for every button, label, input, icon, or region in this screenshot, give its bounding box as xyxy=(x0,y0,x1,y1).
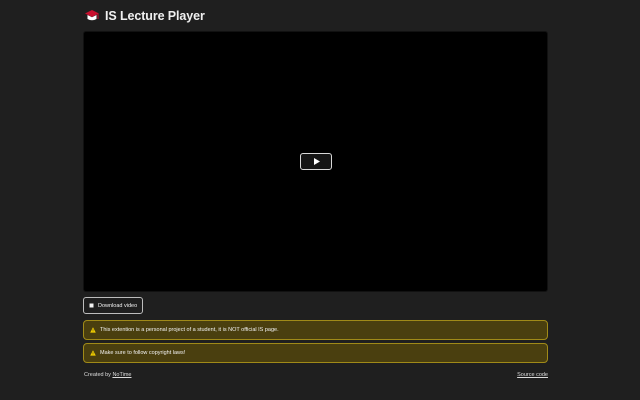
created-by-prefix: Created by xyxy=(84,372,113,378)
page: IS Lecture Player Download video This ex… xyxy=(0,0,640,400)
source-code-link[interactable]: Source code xyxy=(517,372,548,378)
alert-text: Make sure to follow copyright laws! xyxy=(100,350,186,356)
warning-icon xyxy=(90,327,96,333)
footer-credits: Created by NoTime xyxy=(84,372,132,378)
app-title: IS Lecture Player xyxy=(105,9,205,23)
alert-copyright: Make sure to follow copyright laws! xyxy=(83,343,548,363)
graduation-cap-icon xyxy=(85,10,99,21)
play-icon xyxy=(313,158,320,165)
video-player[interactable] xyxy=(83,31,548,292)
footer-source: Source code xyxy=(517,372,548,378)
author-link[interactable]: NoTime xyxy=(112,372,131,378)
alert-personal-project: This extention is a personal project of … xyxy=(83,320,548,340)
download-video-button[interactable]: Download video xyxy=(83,297,144,314)
alert-text: This extention is a personal project of … xyxy=(100,327,279,333)
file-icon xyxy=(89,303,94,308)
header: IS Lecture Player xyxy=(84,9,205,23)
play-button[interactable] xyxy=(300,153,332,170)
download-video-label: Download video xyxy=(98,302,138,309)
warning-icon xyxy=(90,350,96,356)
